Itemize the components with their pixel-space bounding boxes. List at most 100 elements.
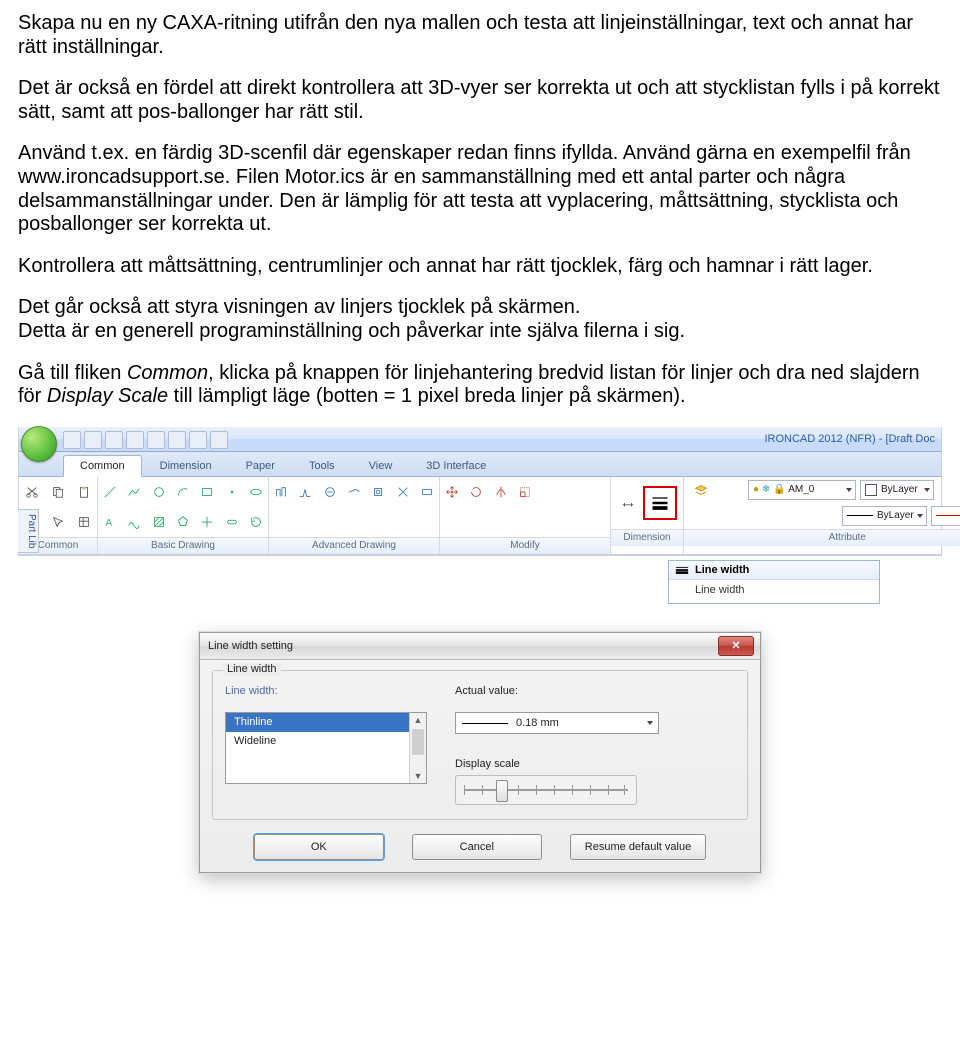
tab-3d-interface[interactable]: 3D Interface [410,456,502,476]
qat-redo-icon[interactable] [168,431,186,449]
layer-state-icon[interactable] [719,476,743,504]
adv11-icon[interactable] [343,508,365,536]
extend-icon[interactable] [562,478,584,506]
adv8-icon[interactable] [270,508,292,536]
spline-icon[interactable] [123,508,145,536]
qat-new-icon[interactable] [63,431,81,449]
stretch-icon[interactable] [538,508,560,536]
scrollbar[interactable]: ▲ ▼ [409,713,426,783]
fillet-icon[interactable] [441,508,463,536]
layer-icon[interactable] [689,476,713,504]
copy-icon[interactable] [46,478,70,506]
move-icon[interactable] [441,478,463,506]
qat-print-icon[interactable] [126,431,144,449]
qat-more-icon[interactable] [189,431,207,449]
part-lib-label: Part Lib [26,514,37,548]
scroll-thumb[interactable] [412,729,424,755]
mirror-icon[interactable] [490,478,512,506]
slot-icon[interactable] [220,508,242,536]
color-combo[interactable]: ByLayer [860,480,934,500]
qat-save-icon[interactable] [105,431,123,449]
arc-icon[interactable] [172,478,194,506]
adv6-icon[interactable] [391,478,413,506]
point-icon[interactable] [220,478,242,506]
adv2-icon[interactable] [294,478,316,506]
line-width-button[interactable] [643,486,677,520]
adv13-icon[interactable] [391,508,413,536]
line-sample-icon [847,515,873,516]
text-run: Gå till fliken [18,362,127,384]
linetype-combo[interactable]: ByLayer [842,506,927,526]
adv7-icon[interactable] [416,478,438,506]
lineweight-combo[interactable]: ByLay [931,506,960,526]
slider-handle[interactable] [496,780,508,802]
match-props-icon[interactable] [689,502,713,530]
centerline-icon[interactable] [196,508,218,536]
revision-icon[interactable] [245,508,267,536]
close-button[interactable]: ✕ [718,636,754,656]
line-width-fieldset: Line width Line width: Thinline Wideline… [212,670,748,820]
scale-icon[interactable] [514,478,536,506]
paragraph: Kontrollera att måttsättning, centrumlin… [18,255,942,279]
app-menu-button[interactable] [21,426,57,462]
offset-icon[interactable] [587,478,609,506]
explode-icon[interactable] [562,508,584,536]
adv10-icon[interactable] [319,508,341,536]
linetype-icon[interactable] [719,502,743,530]
ok-button[interactable]: OK [254,834,384,860]
tab-paper[interactable]: Paper [230,456,291,476]
break-icon[interactable] [514,508,536,536]
line-width-list[interactable]: Thinline Wideline ▲ ▼ [225,712,427,784]
array-icon[interactable] [490,508,512,536]
tab-view[interactable]: View [353,456,409,476]
cut-icon[interactable] [20,478,44,506]
rect-icon[interactable] [196,478,218,506]
group-label-attribute: Attribute [684,529,960,546]
adv12-icon[interactable] [367,508,389,536]
adv4-icon[interactable] [343,478,365,506]
tab-dimension[interactable]: Dimension [144,456,228,476]
svg-text:A: A [106,517,113,528]
resume-default-button[interactable]: Resume default value [570,834,706,860]
linetype-combo-label: ByLayer [877,510,914,522]
list-item[interactable]: Thinline [226,713,426,732]
erase-icon[interactable] [587,508,609,536]
adv1-icon[interactable] [270,478,292,506]
cancel-button[interactable]: Cancel [412,834,542,860]
list-item[interactable]: Wideline [226,732,426,751]
color-swatch-icon [865,484,877,496]
tab-tools[interactable]: Tools [293,456,351,476]
polyline-icon[interactable] [123,478,145,506]
adv3-icon[interactable] [319,478,341,506]
circle-icon[interactable] [148,478,170,506]
polygon-icon[interactable] [172,508,194,536]
adv14-icon[interactable] [416,508,438,536]
text-icon[interactable]: A [99,508,121,536]
ellipse-icon[interactable] [245,478,267,506]
rotate-icon[interactable] [465,478,487,506]
tab-common[interactable]: Common [63,455,142,477]
dimension-style-icon[interactable] [616,480,640,526]
ribbon-screenshot: IRONCAD 2012 (NFR) - [Draft Doc Common D… [18,427,942,556]
qat-open-icon[interactable] [84,431,102,449]
color-combo-label: ByLayer [881,484,918,496]
select-icon[interactable] [46,508,70,536]
qat-undo-icon[interactable] [147,431,165,449]
qat-more2-icon[interactable] [210,431,228,449]
text-line: Det går också att styra visningen av lin… [18,296,580,318]
scroll-up-icon[interactable]: ▲ [410,713,426,727]
properties-icon[interactable] [72,508,96,536]
scroll-down-icon[interactable]: ▼ [410,769,426,783]
text-line: Detta är en generell programinställning … [18,320,685,342]
line-icon[interactable] [99,478,121,506]
layer-combo[interactable]: ● ❄ 🔒 AM_0 [748,480,856,500]
adv9-icon[interactable] [294,508,316,536]
chamfer-icon[interactable] [465,508,487,536]
display-scale-slider[interactable] [455,775,637,805]
actual-value-combo[interactable]: 0.18 mm [455,712,659,734]
hatch-icon[interactable] [148,508,170,536]
part-lib-tab[interactable]: Part Lib [18,509,39,553]
trim-icon[interactable] [538,478,560,506]
paste-icon[interactable] [72,478,96,506]
adv5-icon[interactable] [367,478,389,506]
